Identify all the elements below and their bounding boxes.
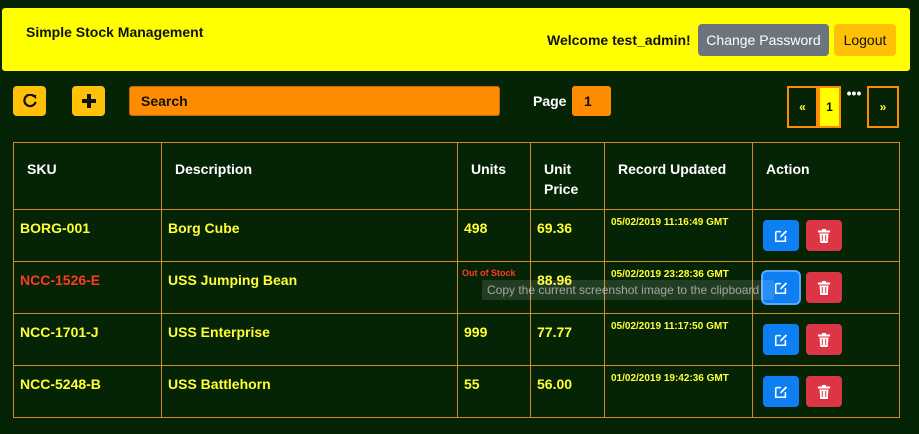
- table-header-row: SKU Description Units Unit Price Record U…: [13, 142, 900, 210]
- column-header-description[interactable]: Description: [161, 142, 458, 210]
- page-label: Page: [533, 93, 567, 109]
- edit-icon: [774, 229, 788, 242]
- description-cell: USS Battlehorn: [168, 376, 271, 392]
- price-cell: 56.00: [537, 376, 573, 392]
- description-cell: USS Enterprise: [168, 324, 270, 340]
- pagination-ellipsis: •••: [846, 85, 862, 101]
- edit-button[interactable]: [763, 220, 799, 251]
- updated-cell: 05/02/2019 11:16:49 GMT: [611, 217, 729, 228]
- column-header-action: Action: [752, 142, 900, 210]
- column-header-unit-price[interactable]: Unit Price: [530, 142, 605, 210]
- sku-cell: NCC-1526-E: [20, 272, 101, 288]
- welcome-message: Welcome test_admin!: [547, 32, 691, 48]
- edit-button[interactable]: [763, 324, 799, 355]
- edit-icon: [774, 385, 788, 398]
- delete-button[interactable]: [806, 272, 842, 303]
- updated-cell: 01/02/2019 19:42:36 GMT: [611, 373, 729, 384]
- column-header-sku[interactable]: SKU: [13, 142, 162, 210]
- app-title: Simple Stock Management: [26, 24, 204, 40]
- edit-button[interactable]: [763, 376, 799, 407]
- out-of-stock-label: Out of Stock: [462, 268, 516, 278]
- change-password-button[interactable]: Change Password: [698, 24, 829, 56]
- table-row: NCC-5248-B USS Battlehorn 55 56.00 01/02…: [13, 365, 900, 418]
- units-cell: 55: [464, 376, 480, 392]
- trash-icon: [818, 228, 830, 243]
- delete-button[interactable]: [806, 324, 842, 355]
- top-header: Simple Stock Management Welcome test_adm…: [2, 8, 910, 71]
- description-cell: Borg Cube: [168, 220, 240, 236]
- price-cell: 69.36: [537, 220, 573, 236]
- pagination-current-page[interactable]: 1: [818, 86, 841, 128]
- description-cell: USS Jumping Bean: [168, 272, 298, 288]
- pagination-next-button[interactable]: »: [867, 86, 899, 128]
- refresh-icon: [22, 94, 37, 108]
- column-header-units[interactable]: Units: [457, 142, 531, 210]
- pagination-prev-button[interactable]: «: [787, 86, 818, 128]
- trash-icon: [818, 280, 830, 295]
- updated-cell: 05/02/2019 11:17:50 GMT: [611, 321, 729, 332]
- trash-icon: [818, 384, 830, 399]
- page-number-input[interactable]: 1: [572, 86, 611, 116]
- updated-cell: 05/02/2019 23:28:36 GMT: [611, 269, 729, 280]
- units-cell: 498: [464, 220, 488, 236]
- sku-cell: BORG-001: [20, 220, 91, 236]
- search-input[interactable]: [129, 86, 500, 116]
- edit-icon: [774, 333, 788, 346]
- delete-button[interactable]: [806, 376, 842, 407]
- price-cell: 77.77: [537, 324, 573, 340]
- sku-cell: NCC-1701-J: [20, 324, 99, 340]
- units-cell: 999: [464, 324, 488, 340]
- add-item-button[interactable]: [72, 86, 105, 116]
- sku-cell: NCC-5248-B: [20, 376, 101, 392]
- table-row: NCC-1701-J USS Enterprise 999 77.77 05/0…: [13, 313, 900, 366]
- table-row: BORG-001 Borg Cube 498 69.36 05/02/2019 …: [13, 209, 900, 262]
- logout-button[interactable]: Logout: [834, 24, 896, 56]
- delete-button[interactable]: [806, 220, 842, 251]
- refresh-button[interactable]: [13, 86, 46, 116]
- plus-icon: [81, 94, 96, 108]
- column-header-record-updated[interactable]: Record Updated: [604, 142, 753, 210]
- trash-icon: [818, 332, 830, 347]
- tooltip: Copy the current screenshot image to the…: [482, 280, 774, 300]
- edit-icon: [774, 281, 788, 294]
